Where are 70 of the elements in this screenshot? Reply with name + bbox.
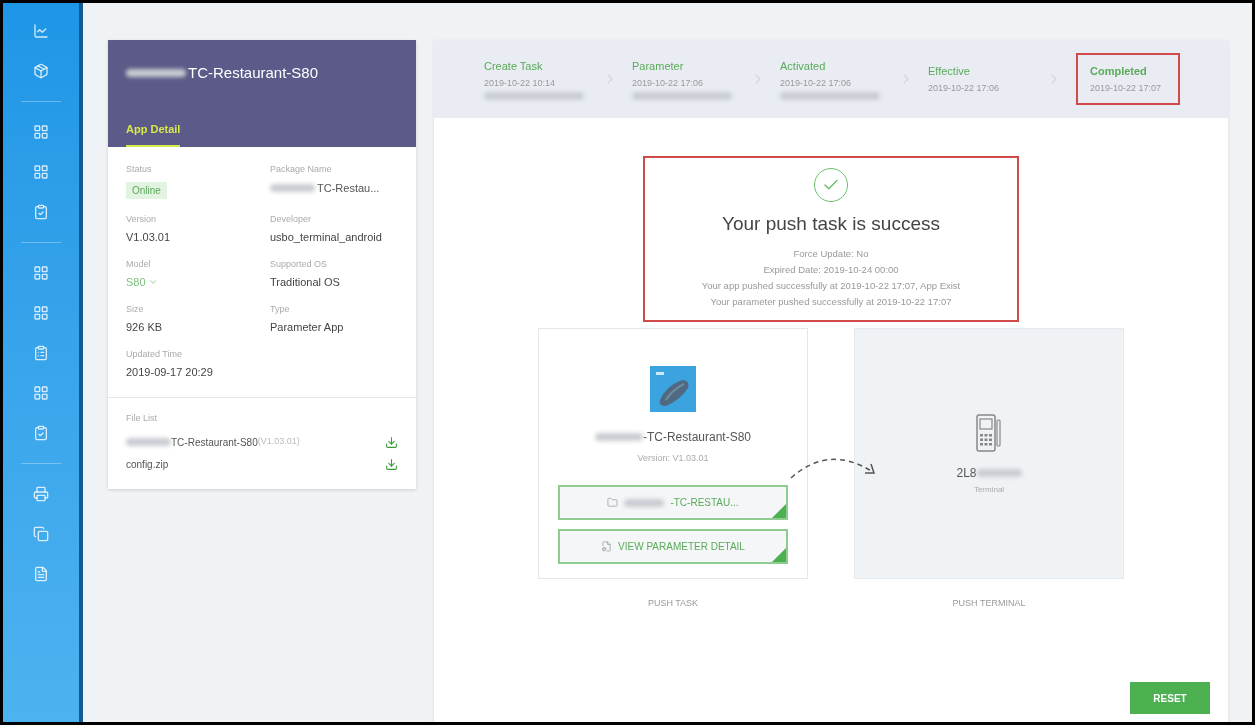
file-list-label: File List: [126, 411, 158, 425]
step-label: Effective: [928, 64, 971, 79]
package-icon[interactable]: [33, 63, 49, 79]
grid-icon[interactable]: [33, 124, 49, 140]
field-label: Package Name: [270, 163, 333, 176]
app-title: TC-Restaurant-S80: [188, 63, 319, 83]
blurred-text-mark: [976, 468, 1022, 477]
download-icon[interactable]: [385, 435, 398, 449]
result-detail-line: Your app pushed successfully at 2019-10-22 17:07, App Exist: [701, 279, 961, 293]
model-dropdown[interactable]: S80: [126, 274, 158, 291]
field-label: Version: [126, 212, 158, 226]
step-label: Create Task: [484, 59, 544, 74]
field-value: usbo_terminal_android: [270, 230, 383, 245]
grid-icon[interactable]: [33, 265, 49, 281]
step-time: 2019-10-22 10:14: [484, 76, 557, 90]
app-version: Version: V1.03.01: [637, 451, 709, 465]
chart-icon[interactable]: [33, 23, 49, 39]
field-label: Developer: [270, 212, 313, 226]
copy-icon[interactable]: [33, 526, 49, 542]
grid-icon[interactable]: [33, 305, 49, 321]
step-time: 2019-10-22 17:06: [780, 76, 853, 90]
terminal-icon: [976, 413, 1002, 452]
reset-button[interactable]: RESET: [1130, 682, 1210, 714]
success-title: Your push task is success: [722, 212, 940, 236]
step-label: Activated: [780, 59, 827, 74]
blurred-text-mark: [624, 498, 665, 507]
file-version: (V1.03.01): [257, 435, 300, 449]
folder-icon: [607, 497, 619, 508]
field-label: Size: [126, 302, 145, 316]
result-detail-line: Expired Date: 2019-10-24 00:00: [763, 262, 899, 277]
printer-icon[interactable]: [33, 486, 49, 502]
clipboard-icon[interactable]: [33, 425, 49, 441]
grid-icon[interactable]: [33, 164, 49, 180]
status-badge: Online: [126, 181, 167, 199]
result-detail-line: Force Update: No: [793, 246, 869, 261]
document-icon[interactable]: [33, 566, 49, 582]
app-detail-tab[interactable]: App Detail: [126, 120, 181, 147]
download-icon[interactable]: [385, 457, 398, 471]
push-action-button[interactable]: -TC-RESTAU...: [558, 485, 788, 520]
step-label: Parameter: [632, 59, 685, 74]
file-name: config.zip: [126, 457, 169, 472]
terminal-type: Terminal: [973, 483, 1005, 496]
terminal-serial: 2L8: [956, 464, 977, 482]
field-label: Model: [126, 257, 152, 271]
clipboard-icon[interactable]: [33, 345, 49, 361]
push-task-caption: PUSH TASK: [647, 596, 699, 610]
field-label: Type: [270, 302, 291, 316]
grid-icon[interactable]: [33, 385, 49, 401]
field-label: Status: [126, 163, 153, 176]
step-label: Completed: [1090, 64, 1148, 79]
step-time: 2019-10-22 17:06: [632, 76, 705, 90]
step-time: 2019-10-22 17:07: [1090, 81, 1163, 95]
field-value: TC-Restau...: [317, 180, 380, 196]
field-label: Updated Time: [126, 347, 184, 361]
step-time: 2019-10-22 17:06: [928, 81, 1001, 95]
push-terminal-caption: PUSH TERMINAL: [952, 596, 1026, 610]
field-value: 2019-09-17 20:29: [126, 365, 214, 380]
blurred-text-mark: [270, 183, 315, 192]
document-icon: [601, 541, 613, 552]
field-value: Traditional OS: [270, 275, 341, 290]
app-name: -TC-Restaurant-S80: [642, 428, 751, 446]
field-value: 926 KB: [126, 320, 164, 335]
push-action-button[interactable]: VIEW PARAMETER DETAIL: [558, 529, 788, 564]
result-detail-line: Your parameter pushed successfully at 2019-10-22 17:07: [710, 295, 952, 310]
field-label: Supported OS: [270, 257, 329, 271]
field-value: V1.03.01: [126, 230, 172, 245]
clipboard-icon[interactable]: [33, 204, 49, 220]
blurred-text-mark: [594, 432, 643, 441]
field-value: Parameter App: [270, 320, 345, 335]
file-name: TC-Restaurant-S80: [171, 435, 258, 450]
